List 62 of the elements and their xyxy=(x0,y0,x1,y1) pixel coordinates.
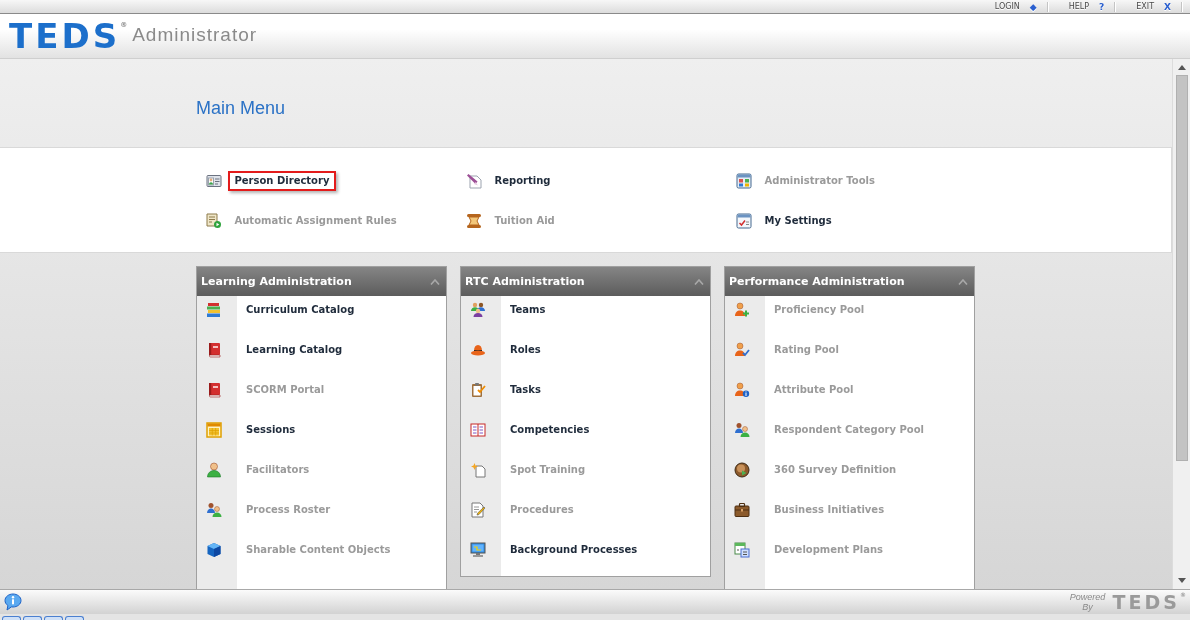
cube-icon[interactable] xyxy=(206,542,222,558)
chevron-up-icon[interactable] xyxy=(430,278,440,285)
powered-by-text: Powered By xyxy=(1068,592,1107,612)
book-icon[interactable] xyxy=(206,382,222,398)
pen-document-icon[interactable] xyxy=(465,173,482,189)
taskbar-tab[interactable] xyxy=(65,616,84,620)
menu-link[interactable]: Person Directory xyxy=(227,171,337,191)
menu-link[interactable]: Reporting xyxy=(487,171,558,191)
panel-link[interactable]: Curriculum Catalog xyxy=(246,304,355,316)
monitor-icon[interactable] xyxy=(470,542,486,558)
people-icon[interactable] xyxy=(734,422,750,438)
scroll-icon[interactable] xyxy=(465,213,482,229)
window-check-icon[interactable] xyxy=(735,213,752,229)
person-icon[interactable] xyxy=(206,462,222,478)
top-link[interactable]: HELP ? xyxy=(1068,1,1105,12)
person-info-icon[interactable] xyxy=(734,382,750,398)
info-bubble-icon[interactable] xyxy=(4,593,22,611)
briefcase-icon[interactable] xyxy=(734,502,750,518)
scrollbar-thumb[interactable] xyxy=(1175,75,1188,461)
close-icon: X xyxy=(1164,1,1171,12)
diamond-icon: ◆ xyxy=(1029,1,1037,12)
id-card-icon[interactable] xyxy=(205,173,222,189)
panel-link[interactable]: Roles xyxy=(510,344,541,356)
calendar-document-icon[interactable] xyxy=(734,542,750,558)
help-icon: ? xyxy=(1099,1,1105,12)
person-plus-icon[interactable] xyxy=(734,302,750,318)
chevron-up-icon[interactable] xyxy=(694,278,704,285)
panel-link[interactable]: Tasks xyxy=(510,384,541,396)
panel-link[interactable]: Teams xyxy=(510,304,546,316)
menu-link[interactable]: My Settings xyxy=(757,211,839,231)
logo[interactable]: TEDS$^{®}$ xyxy=(9,19,128,53)
hat-icon[interactable] xyxy=(470,342,486,358)
team-icon[interactable] xyxy=(470,302,486,318)
taskbar-tab[interactable] xyxy=(2,616,21,620)
person-check-icon[interactable] xyxy=(734,342,750,358)
books-icon[interactable] xyxy=(206,302,222,318)
open-book-icon[interactable] xyxy=(470,422,486,438)
window-grid-icon[interactable] xyxy=(735,173,752,189)
panel-link[interactable]: Sessions xyxy=(246,424,296,436)
taskbar-tab[interactable] xyxy=(44,616,63,620)
panel-title: Performance Administration xyxy=(729,274,905,289)
page-title: Main Menu xyxy=(196,97,287,119)
taskbar-tab[interactable] xyxy=(23,616,42,620)
people-icon[interactable] xyxy=(206,502,222,518)
panel-link[interactable]: Background Processes xyxy=(510,544,638,556)
document-pencil-icon[interactable] xyxy=(470,502,486,518)
document-play-icon[interactable] xyxy=(205,213,222,229)
panel-title: Learning Administration xyxy=(201,274,352,289)
scroll-down-icon[interactable] xyxy=(1177,578,1186,583)
app-title: Administrator xyxy=(132,24,258,46)
panel-link[interactable]: Learning Catalog xyxy=(246,344,343,356)
scroll-up-icon[interactable] xyxy=(1177,65,1186,70)
calendar-icon[interactable] xyxy=(206,422,222,438)
top-link[interactable]: EXIT X xyxy=(1136,1,1171,12)
panel-title: RTC Administration xyxy=(465,274,585,289)
chevron-up-icon[interactable] xyxy=(958,278,968,285)
top-link[interactable]: LOGIN ◆ xyxy=(994,1,1037,12)
book-icon[interactable] xyxy=(206,342,222,358)
panel-link[interactable]: Competencies xyxy=(510,424,590,436)
footer-logo: TEDS$^{®}$ xyxy=(1112,592,1186,612)
clipboard-icon[interactable] xyxy=(470,382,486,398)
play-circle-icon[interactable] xyxy=(734,462,750,478)
